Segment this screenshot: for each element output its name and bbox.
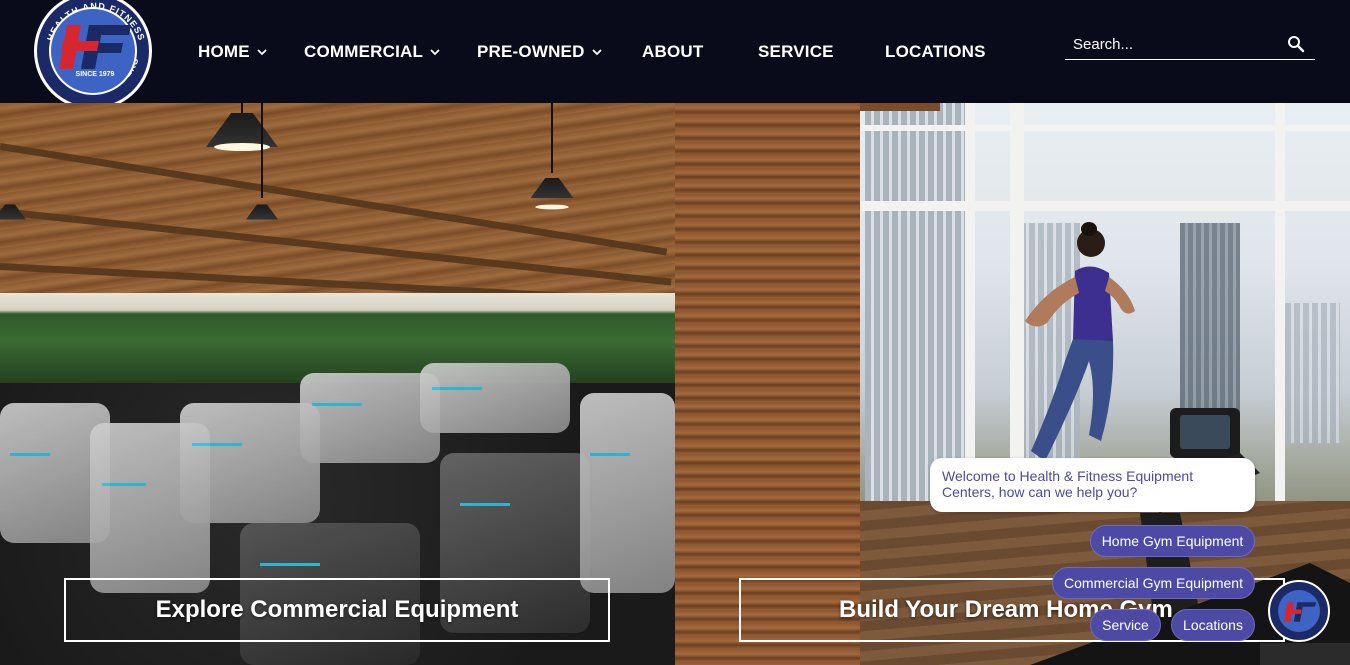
nav-service[interactable]: SERVICE [758, 42, 834, 62]
nav-locations-label: LOCATIONS [885, 42, 986, 61]
chevron-down-icon [591, 49, 602, 56]
nav-service-label: SERVICE [758, 42, 834, 61]
hf-monogram-icon [59, 25, 131, 69]
nav-pre-owned-label: PRE-OWNED [477, 42, 585, 61]
chevron-down-icon [257, 49, 267, 56]
nav-locations[interactable]: LOCATIONS [885, 42, 986, 62]
nav-home-label: HOME [198, 42, 250, 61]
search-input[interactable] [1073, 33, 1283, 55]
building [1180, 223, 1240, 423]
elliptical-machine [420, 363, 570, 433]
chevron-down-icon [430, 49, 440, 56]
logo-since-text: SINCE 1979 [75, 71, 115, 78]
elliptical-machine [580, 393, 675, 593]
chat-welcome-message: Welcome to Health & Fitness Equipment Ce… [930, 458, 1255, 512]
chat-option-home-gym[interactable]: Home Gym Equipment [1090, 525, 1255, 557]
brand-logo[interactable]: HEALTH AND FITNESS EQUIPMENT CENTERS SIN… [34, 0, 152, 110]
wood-slat-header [860, 103, 940, 111]
explore-commercial-button[interactable]: Explore Commercial Equipment [64, 578, 610, 642]
chat-option-service[interactable]: Service [1090, 609, 1161, 641]
nav-commercial-label: COMMERCIAL [304, 42, 424, 61]
hf-monogram-icon [1284, 602, 1316, 622]
search-bar [1065, 30, 1315, 60]
window-frame [965, 103, 975, 503]
nav-about-label: ABOUT [642, 42, 704, 61]
nav-pre-owned[interactable]: PRE-OWNED [477, 42, 602, 62]
nav-commercial[interactable]: COMMERCIAL [304, 42, 440, 62]
chat-option-commercial-gym[interactable]: Commercial Gym Equipment [1052, 567, 1255, 599]
nav-about[interactable]: ABOUT [642, 42, 703, 62]
site-header: HEALTH AND FITNESS EQUIPMENT CENTERS SIN… [0, 0, 1350, 110]
elliptical-machine [180, 403, 320, 523]
chat-option-locations[interactable]: Locations [1171, 609, 1255, 641]
building [865, 103, 965, 503]
nav-home[interactable]: HOME [198, 42, 267, 62]
chat-launcher-avatar[interactable] [1268, 580, 1330, 642]
search-icon[interactable] [1287, 35, 1305, 53]
elliptical-machine [300, 373, 440, 463]
